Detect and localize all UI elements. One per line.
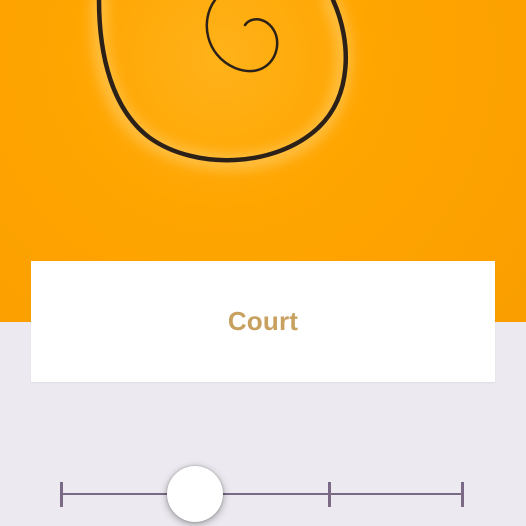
slider-thumb[interactable] — [166, 466, 223, 522]
slider-track[interactable] — [60, 493, 464, 495]
selection-card: Court — [31, 261, 495, 382]
card-title: Court — [227, 306, 299, 336]
app-screen: Court — [0, 0, 526, 526]
length-slider[interactable] — [56, 466, 470, 526]
slider-tick — [328, 482, 331, 507]
slider-tick — [60, 482, 63, 507]
slider-tick — [461, 482, 464, 507]
